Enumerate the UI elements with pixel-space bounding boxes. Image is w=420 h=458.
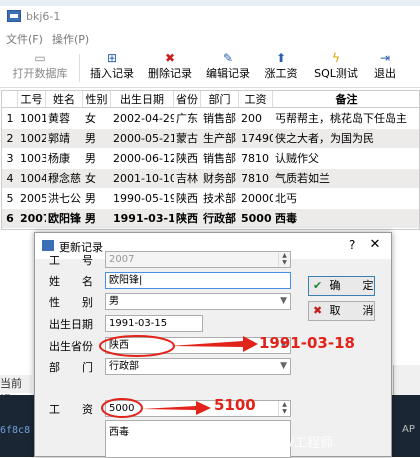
watermark: CSDN @会洗碗的CV工程师 xyxy=(170,436,334,451)
birthdate-arrow-icon xyxy=(170,336,258,352)
new-birthdate-annotation: 1991-03-18 xyxy=(259,334,355,352)
annotation-overlay xyxy=(99,335,258,418)
salary-arrow-icon xyxy=(141,401,211,415)
salary-highlight xyxy=(101,398,143,418)
new-salary-annotation: 5100 xyxy=(214,396,256,414)
birthdate-highlight xyxy=(99,335,175,357)
